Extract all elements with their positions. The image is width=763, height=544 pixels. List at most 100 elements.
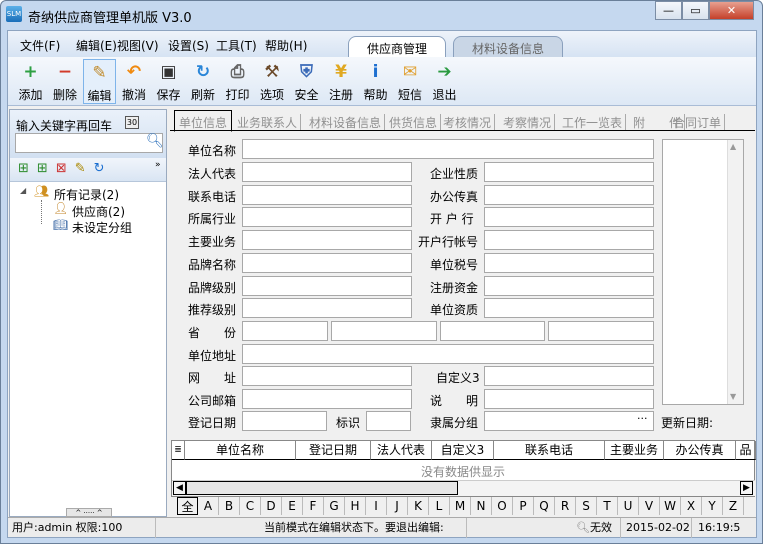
alpha-filter-V[interactable]: V [639, 497, 660, 515]
alpha-filter-C[interactable]: C [240, 497, 261, 515]
alpha-filter-U[interactable]: U [618, 497, 639, 515]
column-header[interactable]: 登记日期 [296, 441, 371, 460]
alpha-filter-全[interactable]: 全 [177, 497, 198, 515]
toolbar-button-注册[interactable]: ¥ 注册 [325, 59, 358, 104]
tree-item-supplier[interactable]: 供应商(2) [72, 203, 125, 220]
alpha-filter-W[interactable]: W [660, 497, 681, 515]
alpha-filter-J[interactable]: J [387, 497, 408, 515]
column-header[interactable]: 办公传真 [664, 441, 736, 460]
row-selector-icon[interactable]: ≣ [172, 441, 185, 460]
toolbar-button-保存[interactable]: ▣ 保存 [152, 59, 185, 104]
detail-tab-4[interactable]: 考核情况 [440, 114, 496, 131]
scroll-right-icon[interactable]: ▶ [740, 481, 753, 495]
brand_level-input[interactable] [242, 276, 412, 296]
alpha-filter-F[interactable]: F [303, 497, 324, 515]
splitter-handle[interactable]: ^ ····· ^ [66, 508, 112, 517]
alpha-filter-M[interactable]: M [450, 497, 471, 515]
edit-group-icon[interactable]: ✎ [75, 161, 94, 176]
alpha-filter-X[interactable]: X [681, 497, 702, 515]
city-input[interactable] [331, 321, 437, 341]
custom3-input[interactable] [484, 366, 654, 386]
refresh-tree-icon[interactable]: ↻ [94, 161, 113, 176]
mark-input[interactable] [366, 411, 411, 431]
menu-5[interactable]: 帮助(H) [265, 37, 307, 54]
column-header[interactable]: 主要业务 [605, 441, 664, 460]
alpha-filter-O[interactable]: O [492, 497, 513, 515]
tab-material-info[interactable]: 材料设备信息 [453, 36, 564, 57]
qualification-input[interactable] [484, 298, 654, 318]
column-header[interactable]: 法人代表 [371, 441, 432, 460]
toolbar-button-退出[interactable]: ➔ 退出 [428, 59, 461, 104]
collapse-icon[interactable]: ◢ [20, 186, 26, 195]
capital-input[interactable] [484, 276, 654, 296]
fax-input[interactable] [484, 185, 654, 205]
alpha-filter-D[interactable]: D [261, 497, 282, 515]
website-input[interactable] [242, 366, 412, 386]
alpha-filter-P[interactable]: P [513, 497, 534, 515]
scroll-left-icon[interactable]: ◀ [173, 481, 186, 495]
minimize-button[interactable]: — [655, 1, 682, 20]
detail-tab-0[interactable]: 单位信息 [174, 110, 233, 132]
alpha-filter-E[interactable]: E [282, 497, 303, 515]
address-input[interactable] [242, 344, 654, 364]
close-button[interactable]: ✕ [709, 1, 754, 20]
scroll-down-icon[interactable]: ▼ [730, 392, 736, 401]
unit-name-input[interactable] [242, 139, 654, 159]
detail-tab-2[interactable]: 材料设备信息 [306, 114, 386, 131]
alpha-filter-R[interactable]: R [555, 497, 576, 515]
reg-date-input[interactable] [242, 411, 327, 431]
search-icon[interactable]: 🔍︎ [146, 133, 164, 149]
overflow-icon[interactable]: » [155, 160, 161, 170]
toolbar-button-帮助[interactable]: i 帮助 [359, 59, 392, 104]
alpha-filter-Z[interactable]: Z [723, 497, 744, 515]
alpha-filter-N[interactable]: N [471, 497, 492, 515]
toolbar-button-刷新[interactable]: ↻ 刷新 [187, 59, 220, 104]
brand_name-input[interactable] [242, 253, 412, 273]
town-input[interactable] [548, 321, 654, 341]
tax_no-input[interactable] [484, 253, 654, 273]
menu-3[interactable]: 设置(S) [168, 37, 209, 54]
main_business-input[interactable] [242, 230, 412, 250]
search-input[interactable] [15, 133, 163, 153]
column-header[interactable]: 品 [736, 441, 756, 460]
menu-0[interactable]: 文件(F) [20, 37, 60, 54]
menu-4[interactable]: 工具(T) [216, 37, 257, 54]
detail-tab-1[interactable]: 业务联系人 [234, 114, 302, 131]
notes-scrollbar[interactable] [727, 140, 743, 404]
group-picker-button[interactable]: ··· [637, 412, 648, 425]
tab-supplier-management[interactable]: 供应商管理 [348, 36, 447, 57]
toolbar-button-短信[interactable]: ✉ 短信 [394, 59, 427, 104]
alpha-filter-B[interactable]: B [219, 497, 240, 515]
bank-input[interactable] [484, 207, 654, 227]
district-input[interactable] [440, 321, 545, 341]
alpha-filter-I[interactable]: I [366, 497, 387, 515]
calendar-icon[interactable]: 30 [125, 116, 139, 129]
bank_account-input[interactable] [484, 230, 654, 250]
alpha-filter-S[interactable]: S [576, 497, 597, 515]
alpha-filter-A[interactable]: A [198, 497, 219, 515]
column-header[interactable]: 单位名称 [185, 441, 296, 460]
email-input[interactable] [242, 389, 412, 409]
alpha-filter-H[interactable]: H [345, 497, 366, 515]
alpha-filter-Y[interactable]: Y [702, 497, 723, 515]
legal_rep-input[interactable] [242, 162, 412, 182]
alpha-filter-G[interactable]: G [324, 497, 345, 515]
toolbar-button-安全[interactable]: ⛨ 安全 [290, 59, 323, 104]
toolbar-button-编辑[interactable]: ✎ 编辑 [83, 59, 116, 104]
add-group-icon[interactable]: ⊞ [18, 161, 37, 176]
detail-tab-5[interactable]: 考察情况 [500, 114, 556, 131]
recommend_level-input[interactable] [242, 298, 412, 318]
menu-2[interactable]: 视图(V) [117, 37, 159, 54]
toolbar-button-添加[interactable]: + 添加 [14, 59, 47, 104]
alpha-filter-K[interactable]: K [408, 497, 429, 515]
column-header[interactable]: 联系电话 [494, 441, 605, 460]
alpha-filter-T[interactable]: T [597, 497, 618, 515]
detail-tab-3[interactable]: 供货信息 [386, 114, 442, 131]
scroll-up-icon[interactable]: ▲ [730, 142, 736, 151]
toolbar-button-选项[interactable]: ⚒ 选项 [256, 59, 289, 104]
phone-input[interactable] [242, 185, 412, 205]
delete-group-icon[interactable]: ⊠ [56, 161, 75, 176]
add-subgroup-icon[interactable]: ⊞ [37, 161, 56, 176]
group-input[interactable] [484, 411, 654, 431]
detail-tab-8[interactable]: 合同订单 [670, 114, 726, 131]
